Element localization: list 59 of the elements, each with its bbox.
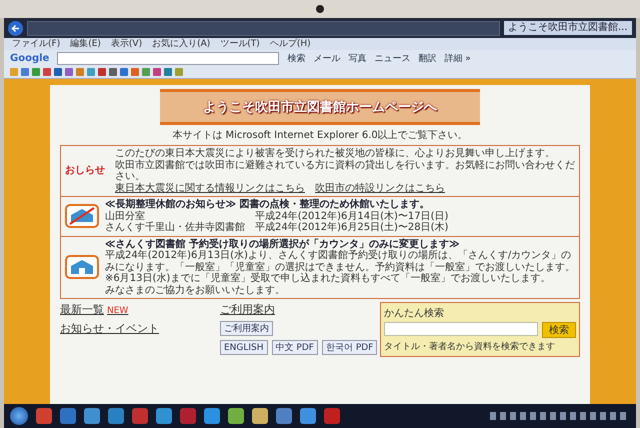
toolbar-button[interactable]: 翻訳	[418, 52, 436, 64]
info-link[interactable]: 吹田市の特設リンクはこちら	[315, 182, 445, 194]
menu-item[interactable]: ファイル(F)	[12, 38, 60, 50]
search-hint: タイトル・著者名から資料を検索できます	[384, 340, 556, 353]
latest-link[interactable]: 最新一覧 NEW	[60, 302, 200, 317]
menu-item[interactable]: ヘルプ(H)	[270, 38, 311, 50]
language-button[interactable]: ENGLISH	[220, 340, 268, 355]
taskbar-app-icon[interactable]	[84, 408, 100, 424]
toolbar-button[interactable]: 詳細 »	[444, 52, 471, 64]
toolbar-button[interactable]: 写真	[348, 52, 366, 64]
search-heading: かんたん検索	[384, 306, 445, 320]
back-button[interactable]	[8, 20, 23, 36]
search-field[interactable]	[384, 322, 538, 336]
menu-item[interactable]: ツール(T)	[220, 38, 260, 50]
taskbar-app-icon[interactable]	[108, 408, 124, 424]
menu-item[interactable]: 編集(E)	[70, 38, 101, 50]
notice-title: ≪さんくす図書館 予約受け取りの場所選択が「カウンタ」のみに変更します≫	[105, 238, 460, 250]
branch-name: 山田分室	[105, 210, 145, 222]
notice-text: 吹田市立図書館では吹田市に避難されている方に資料の貸出しを行います。お気軽にお問い合わせください。	[115, 160, 575, 182]
closed-library-icon	[65, 204, 99, 228]
guide-heading: ご利用案内	[220, 302, 276, 317]
branch-name: さんくす千里山・佐井寺図書館	[105, 222, 246, 234]
toolbar-button[interactable]: 検索	[287, 52, 306, 64]
notice-label: おしらせ	[65, 165, 106, 177]
notice-title: ≪長期整理休館のお知らせ≫ 図書の点検・整理のため休館いたします。	[105, 199, 430, 210]
events-link[interactable]: お知らせ・イベント	[60, 321, 200, 336]
taskbar-app-icon[interactable]	[252, 408, 268, 424]
taskbar-app-icon[interactable]	[300, 408, 316, 424]
banner-title: ようこそ吹田市立図書館ホームページへ	[160, 89, 480, 125]
notice-text: ※6月13日(水)までに「児童室」受取で申し込まれた資料もすべて「一般室」でお渡しいたします。	[105, 273, 550, 284]
info-link[interactable]: 東日本大震災に関する情報リンクはこちら	[115, 182, 305, 194]
browser-notice: 本サイトは Microsoft Internet Explorer 6.0以上でご覧下さい。	[171, 128, 469, 142]
taskbar-app-icon[interactable]	[36, 408, 52, 424]
closure-date: 平成24年(2012年)6月14日(木)〜17日(日)	[255, 210, 448, 222]
language-button[interactable]: 한국어 PDF	[322, 340, 378, 355]
toolbar-button[interactable]: ニュース	[374, 52, 410, 64]
taskbar-app-icon[interactable]	[156, 408, 172, 424]
toolbar-logo: Google	[10, 52, 50, 64]
toolbar-search-field[interactable]	[57, 52, 280, 64]
menu-item[interactable]: 表示(V)	[110, 38, 142, 50]
webcam-icon	[316, 5, 324, 13]
taskbar-app-icon[interactable]	[228, 408, 244, 424]
taskbar-app-icon[interactable]	[60, 408, 76, 424]
library-building-icon	[65, 255, 99, 280]
notice-text: このたびの東日本大震災により被害を受けられた被災地の皆様に、心よりお見舞い申し上げます。	[115, 148, 556, 160]
notice-text: みなさまのご協力をお願いいたします。	[105, 284, 286, 296]
taskbar-app-icon[interactable]	[276, 408, 292, 424]
start-button[interactable]	[10, 407, 28, 425]
back-arrow-icon	[11, 24, 20, 32]
toolbar-button[interactable]: メール	[313, 52, 340, 64]
notice-text: 平成24年(2012年)6月13日(水)より、さんくす図書館予約受け取りの場所は、「さんくす/カウンタ」のみになります。「一般室」「児童室」の選択はできません。予約資料は「一般室」でお渡しいたします。	[105, 250, 575, 272]
browser-tab[interactable]: ようこそ吹田市立図書館...	[504, 21, 632, 35]
guide-button[interactable]: ご利用案内	[220, 321, 273, 336]
taskbar-app-icon[interactable]	[204, 408, 220, 424]
menu-item[interactable]: お気に入り(A)	[152, 38, 210, 50]
search-button[interactable]: 検索	[542, 322, 576, 338]
taskbar-app-icon[interactable]	[132, 408, 148, 424]
closure-date: 平成24年(2012年)6月25日(土)〜28日(木)	[255, 222, 448, 234]
language-button[interactable]: 中文 PDF	[272, 340, 318, 355]
